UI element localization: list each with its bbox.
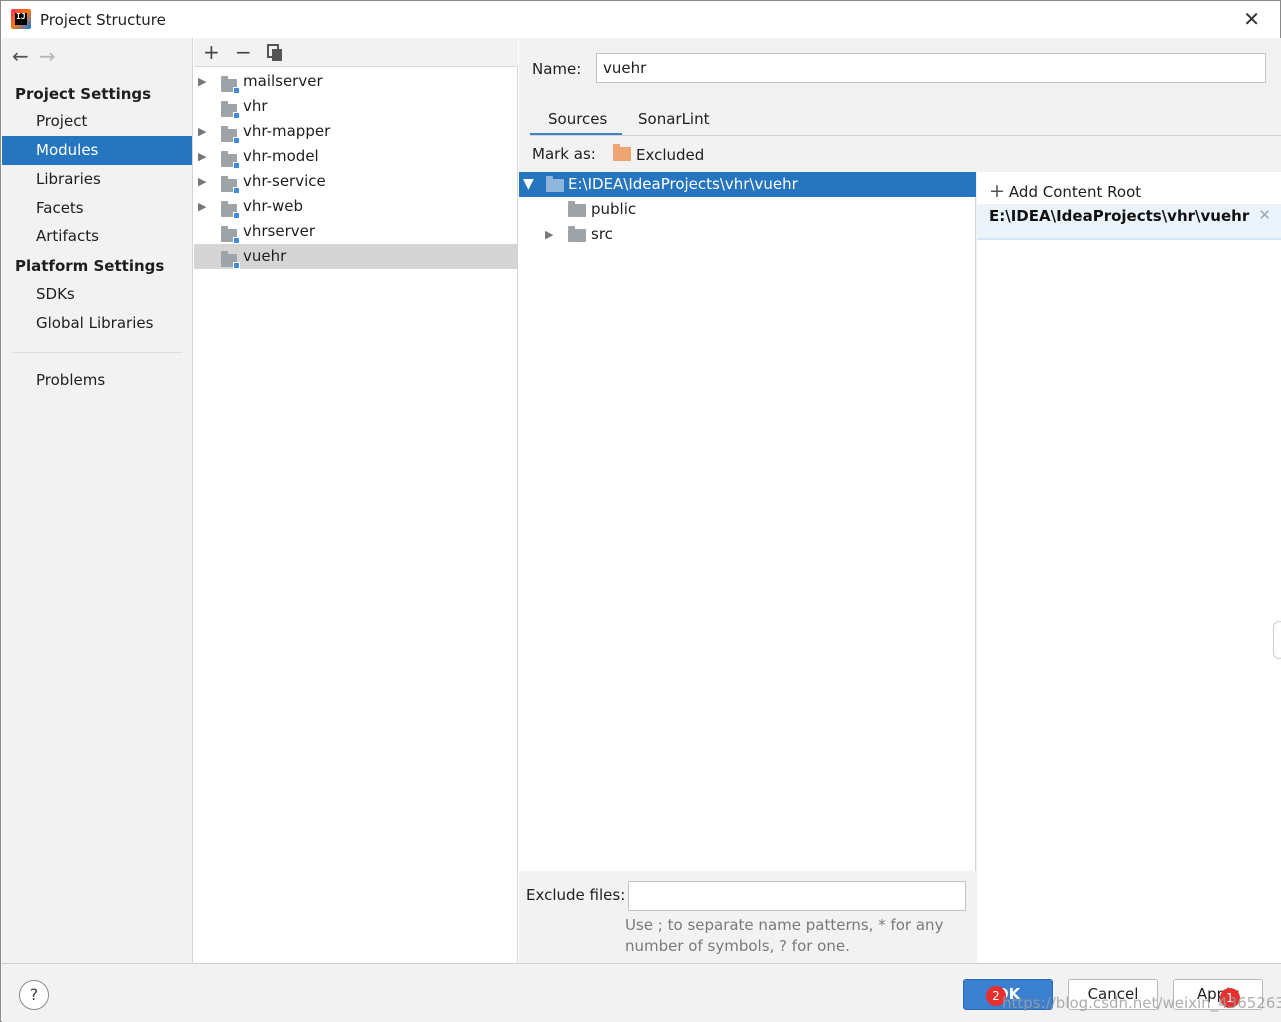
module-label: vhr-web: [243, 197, 304, 215]
sidebar-item-artifacts[interactable]: Artifacts: [2, 222, 192, 251]
tree-item-src[interactable]: ▶ src: [519, 222, 976, 247]
title-bar: IJ Project Structure ✕: [1, 1, 1280, 38]
expand-arrow-icon[interactable]: ▶: [198, 144, 206, 169]
module-detail-panel: Name: vuehr Sources SonarLint Mark as: E…: [519, 38, 1281, 963]
module-row-vhr-model[interactable]: ▶ vhr-model: [194, 144, 518, 169]
expand-arrow-icon[interactable]: ▶: [198, 119, 206, 144]
content-root-tree: ▼ E:\IDEA\IdeaProjects\vhr\vuehr public …: [519, 172, 976, 871]
dialog-footer: ? OK 2 Cancel Apply 1 https://blog.csdn.…: [2, 963, 1281, 1022]
sidebar-item-project[interactable]: Project: [2, 107, 192, 136]
module-label: vhr-model: [243, 147, 319, 165]
sidebar-item-facets[interactable]: Facets: [2, 194, 192, 223]
expand-arrow-icon[interactable]: ▶: [198, 194, 206, 219]
add-icon[interactable]: +: [203, 40, 220, 64]
module-name-field[interactable]: vuehr: [596, 53, 1266, 83]
modules-toolbar: + −: [194, 38, 518, 67]
content-roots-panel: + Add Content Root E:\IDEA\IdeaProjects\v…: [977, 172, 1281, 963]
module-label: vhrserver: [243, 222, 316, 240]
folder-icon: [568, 201, 586, 217]
back-arrow-icon[interactable]: ←: [12, 44, 29, 68]
tab-sources[interactable]: Sources: [530, 104, 622, 136]
window-title: Project Structure: [40, 11, 166, 29]
folder-icon: [568, 226, 586, 242]
module-row-vhr-service[interactable]: ▶ vhr-service: [194, 169, 518, 194]
copy-icon[interactable]: [267, 43, 283, 67]
project-settings-heading: Project Settings: [15, 85, 152, 103]
intellij-app-icon: IJ: [11, 9, 31, 29]
module-row-vuehr[interactable]: vuehr: [194, 244, 518, 269]
module-row-vhr-mapper[interactable]: ▶ vhr-mapper: [194, 119, 518, 144]
content-root-path: E:\IDEA\IdeaProjects\vhr\vuehr: [989, 207, 1250, 225]
excluded-label: Excluded: [636, 146, 705, 164]
tab-sonarlint[interactable]: SonarLint: [620, 104, 727, 136]
module-row-vhr-web[interactable]: ▶ vhr-web: [194, 194, 518, 219]
expand-arrow-icon[interactable]: ▶: [198, 169, 206, 194]
module-label: mailserver: [243, 72, 323, 90]
sidebar-item-libraries[interactable]: Libraries: [2, 165, 192, 194]
exclude-files-hint: Use ; to separate name patterns, * for a…: [625, 915, 965, 957]
name-label: Name:: [532, 60, 582, 78]
forward-arrow-icon[interactable]: →: [39, 44, 56, 68]
add-content-root-button[interactable]: + Add Content Root: [989, 180, 1141, 202]
tree-item-label: src: [591, 225, 613, 243]
help-button[interactable]: ?: [19, 980, 49, 1010]
edge-scroll-handle[interactable]: [1273, 621, 1281, 659]
module-label: vhr: [243, 97, 268, 115]
platform-settings-heading: Platform Settings: [15, 257, 165, 275]
mark-as-label: Mark as:: [532, 145, 596, 163]
sidebar-item-modules[interactable]: Modules: [2, 136, 192, 165]
module-folder-icon: [221, 150, 240, 169]
module-folder-icon: [221, 175, 240, 194]
mark-excluded-button[interactable]: Excluded: [613, 143, 705, 166]
tree-item-label: E:\IDEA\IdeaProjects\vhr\vuehr: [568, 175, 798, 193]
remove-icon[interactable]: −: [235, 40, 252, 64]
module-label: vhr-service: [243, 172, 326, 190]
tabs-divider: [530, 135, 1281, 136]
close-icon[interactable]: ✕: [1243, 7, 1260, 31]
tree-item-root[interactable]: ▼ E:\IDEA\IdeaProjects\vhr\vuehr: [519, 172, 976, 197]
module-folder-icon: [221, 250, 240, 269]
module-folder-icon: [221, 200, 240, 219]
history-nav: ← →: [12, 44, 56, 68]
tree-item-label: public: [591, 200, 637, 218]
expanded-arrow-icon[interactable]: ▼: [523, 172, 534, 197]
tree-item-public[interactable]: public: [519, 197, 976, 222]
remove-content-root-icon[interactable]: ✕: [1258, 206, 1271, 224]
sidebar-divider: [12, 352, 182, 353]
module-folder-icon: [221, 75, 240, 94]
expand-arrow-icon[interactable]: ▶: [198, 69, 206, 94]
sidebar-item-global-libraries[interactable]: Global Libraries: [2, 309, 192, 338]
module-folder-icon: [221, 125, 240, 144]
project-structure-dialog: IJ Project Structure ✕ ← → Project Settin…: [0, 0, 1281, 1022]
modules-panel: + − ▶ mailserver vhr ▶ vhr-mapper ▶ vhr-…: [194, 38, 518, 963]
content-root-entry[interactable]: E:\IDEA\IdeaProjects\vhr\vuehr ✕: [977, 204, 1281, 240]
excluded-folder-icon: [613, 143, 631, 161]
exclude-files-label: Exclude files:: [526, 886, 626, 904]
expand-arrow-icon[interactable]: ▶: [545, 222, 553, 247]
module-row-vhr[interactable]: vhr: [194, 94, 518, 119]
hint-line-1: Use ; to separate name patterns, * for a…: [625, 916, 944, 934]
add-content-root-label: Add Content Root: [1008, 183, 1142, 201]
module-row-vhrserver[interactable]: vhrserver: [194, 219, 518, 244]
module-folder-icon: [221, 100, 240, 119]
hint-line-2: number of symbols, ? for one.: [625, 937, 850, 955]
sidebar-item-sdks[interactable]: SDKs: [2, 280, 192, 309]
folder-icon: [546, 176, 564, 192]
module-label: vuehr: [243, 247, 287, 265]
watermark: https://blog.csdn.net/weixin_43652631: [1002, 994, 1281, 1012]
module-folder-icon: [221, 225, 240, 244]
exclude-files-input[interactable]: [628, 881, 966, 911]
settings-sidebar: ← → Project Settings Project Modules Libr…: [2, 38, 193, 963]
module-row-mailserver[interactable]: ▶ mailserver: [194, 69, 518, 94]
module-label: vhr-mapper: [243, 122, 331, 140]
sidebar-item-problems[interactable]: Problems: [2, 366, 192, 395]
plus-icon: +: [989, 180, 1005, 202]
